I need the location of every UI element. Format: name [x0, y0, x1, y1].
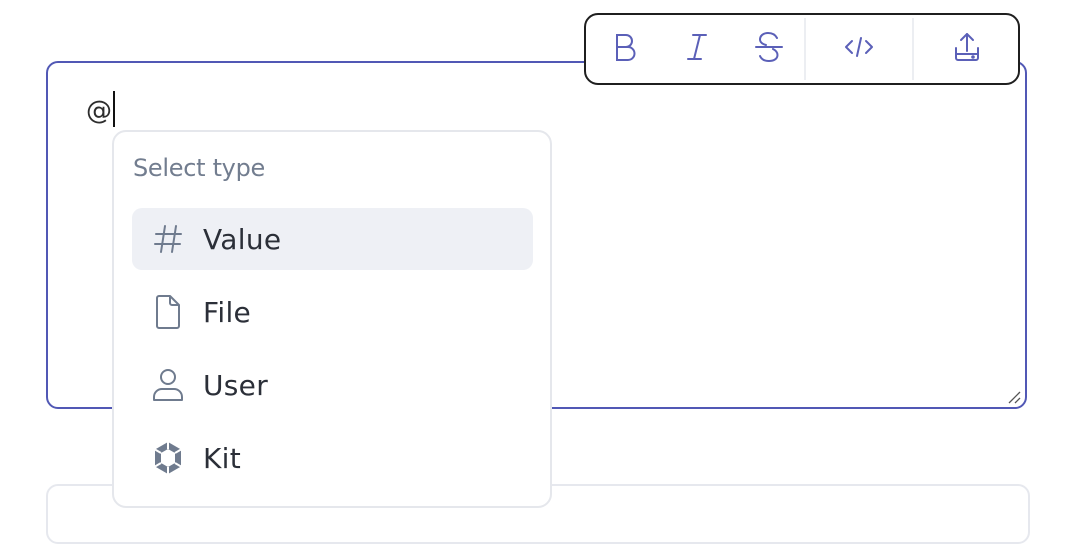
editor-content[interactable]: @: [86, 91, 115, 127]
formatting-toolbar: [584, 13, 1020, 85]
kit-icon: [150, 440, 186, 476]
editor-text: @: [86, 96, 112, 126]
strikethrough-icon: [754, 31, 784, 67]
user-icon: [150, 367, 186, 403]
italic-icon: [684, 32, 710, 66]
dropdown-item-user[interactable]: User: [132, 354, 533, 416]
code-icon: [843, 35, 875, 63]
file-icon: [150, 294, 186, 330]
dropdown-item-file[interactable]: File: [132, 281, 533, 343]
dropdown-item-label: File: [203, 295, 252, 329]
hash-icon: [150, 221, 186, 257]
text-caret: [113, 91, 115, 127]
select-type-dropdown: Select type Value File User Kit: [112, 130, 552, 508]
bold-button[interactable]: [600, 24, 650, 74]
dropdown-item-kit[interactable]: Kit: [132, 427, 533, 489]
dropdown-item-label: Value: [203, 222, 282, 256]
resize-grip-icon[interactable]: [1007, 389, 1021, 404]
dropdown-item-label: User: [203, 368, 269, 402]
code-button[interactable]: [834, 24, 884, 74]
strikethrough-button[interactable]: [744, 24, 794, 74]
dropdown-item-label: Kit: [203, 441, 242, 475]
dropdown-title: Select type: [133, 154, 265, 182]
upload-button[interactable]: [942, 24, 992, 74]
italic-button[interactable]: [672, 24, 722, 74]
toolbar-divider: [804, 18, 806, 80]
bold-icon: [612, 32, 638, 66]
dropdown-item-value[interactable]: Value: [132, 208, 533, 270]
toolbar-divider: [912, 18, 914, 80]
upload-icon: [951, 31, 983, 67]
